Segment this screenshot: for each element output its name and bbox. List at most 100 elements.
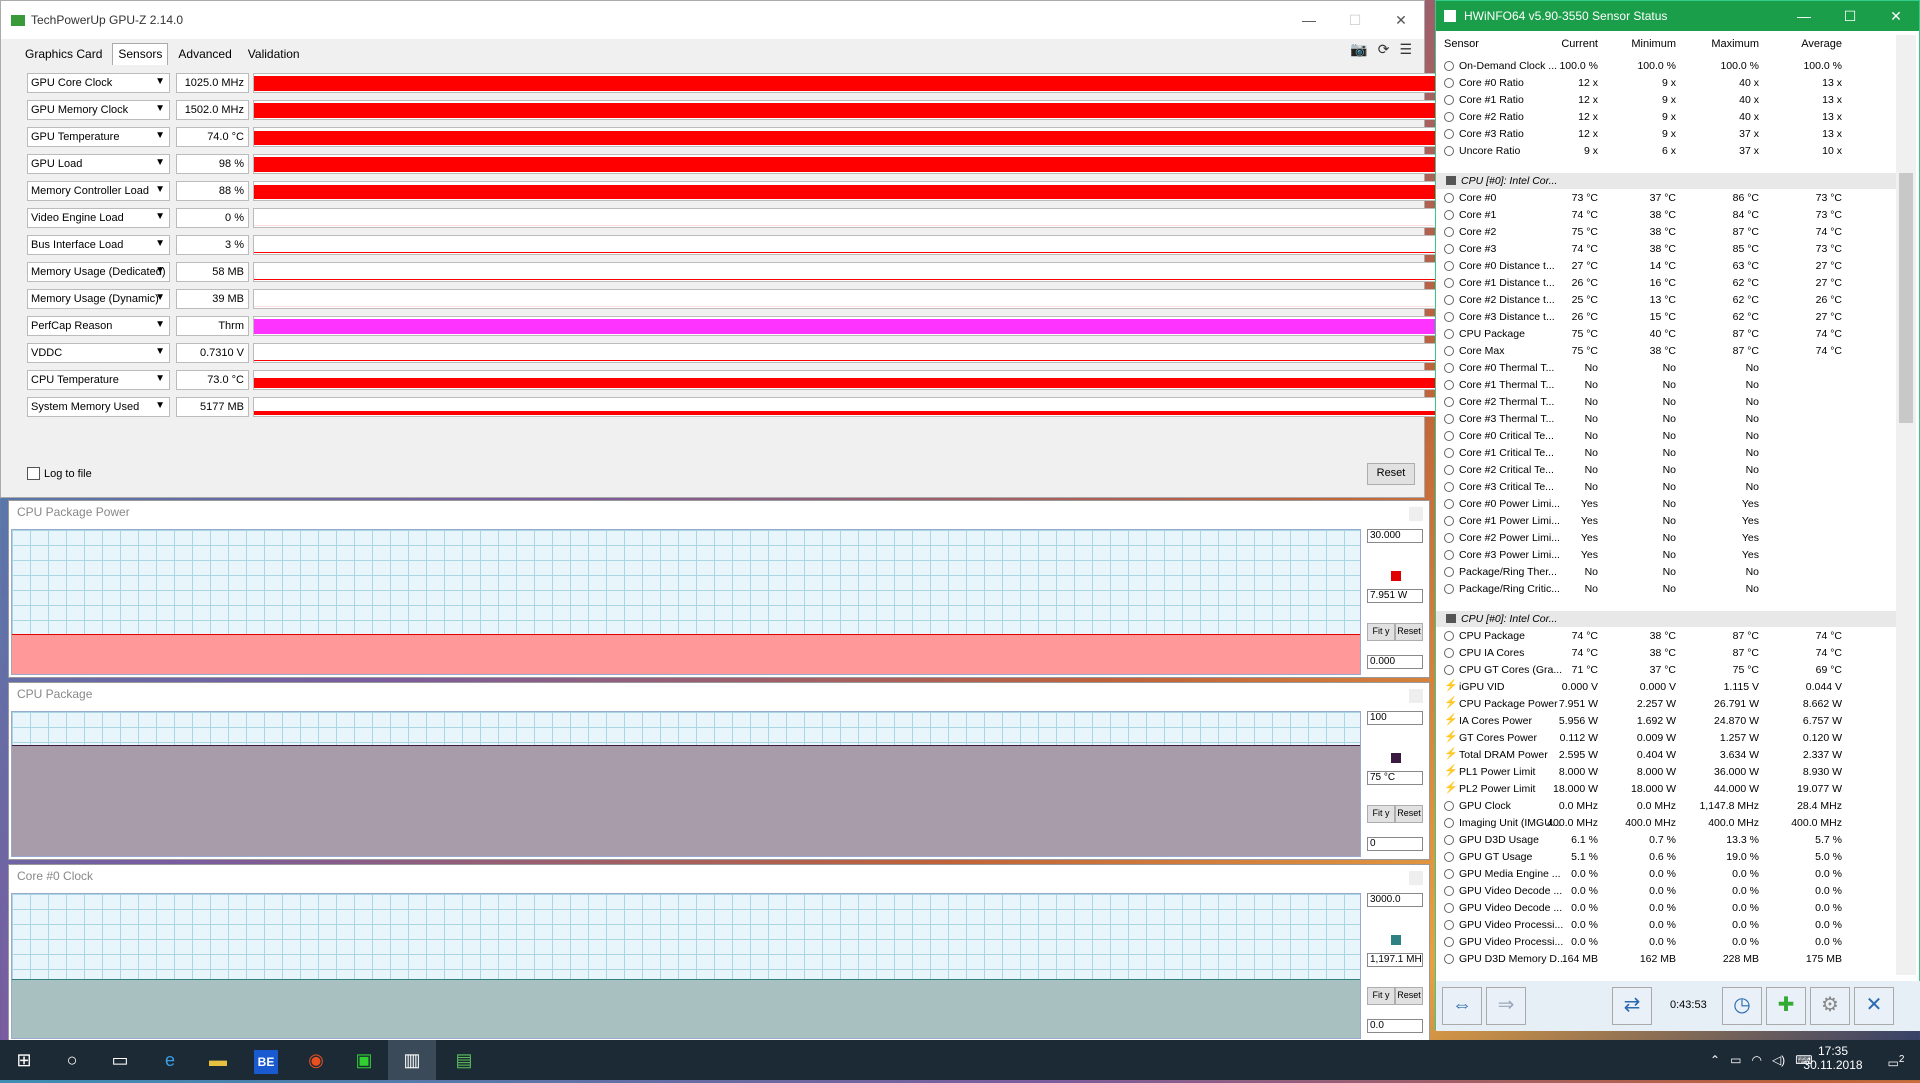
sensor-name-select[interactable]: Video Engine Load ▼ [27, 208, 170, 228]
close-icon[interactable]: ✕ [1378, 5, 1424, 35]
sensor-row[interactable]: Package/Ring Ther... No No No [1436, 564, 1896, 581]
sensor-row[interactable]: Core #2 75 °C 38 °C 87 °C 74 °C [1436, 224, 1896, 241]
sensor-row[interactable]: Core #1 Thermal T... No No No [1436, 377, 1896, 394]
sensor-name-select[interactable]: GPU Load ▼ [27, 154, 170, 174]
sensor-name-select[interactable]: System Memory Used ▼ [27, 397, 170, 417]
sensor-row[interactable]: Core #1 74 °C 38 °C 84 °C 73 °C [1436, 207, 1896, 224]
sensor-row[interactable]: Core #1 Critical Te... No No No [1436, 445, 1896, 462]
col-current[interactable]: Current [1561, 38, 1598, 50]
close-hwinfo-icon[interactable]: ✕ [1854, 987, 1894, 1025]
sensor-row[interactable]: Core #2 Thermal T... No No No [1436, 394, 1896, 411]
sensor-row[interactable]: Core #0 Ratio 12 x 9 x 40 x 13 x [1436, 75, 1896, 92]
sensor-row[interactable]: Core #0 Distance t... 27 °C 14 °C 63 °C 27 °… [1436, 258, 1896, 275]
wifi-icon[interactable]: ◠ [1751, 1053, 1761, 1067]
camera-icon[interactable]: 📷 [1350, 41, 1367, 58]
sensor-row[interactable]: Uncore Ratio 9 x 6 x 37 x 10 x [1436, 143, 1896, 160]
tab-graphics-card[interactable]: Graphics Card [19, 43, 108, 65]
sensor-row[interactable]: CPU Package 74 °C 38 °C 87 °C 74 °C [1436, 628, 1896, 645]
volume-icon[interactable]: ◁) [1772, 1053, 1785, 1067]
fit-y-button[interactable]: Fit y [1367, 987, 1395, 1005]
graph-reset-button[interactable]: Reset [1395, 987, 1423, 1005]
add-report-icon[interactable]: ✚ [1766, 987, 1806, 1025]
action-center-icon[interactable]: ▭2 [1876, 1040, 1916, 1080]
sensor-row[interactable]: ⚡ Total DRAM Power 2.595 W 0.404 W 3.634 W 2.… [1436, 747, 1896, 764]
sensor-row[interactable]: Core #0 Thermal T... No No No [1436, 360, 1896, 377]
edge-icon[interactable]: e [146, 1040, 194, 1080]
sensor-row[interactable]: ⚡ CPU Package Power 7.951 W 2.257 W 26.791 W… [1436, 696, 1896, 713]
sensor-name-select[interactable]: Memory Usage (Dedicated) ▼ [27, 262, 170, 282]
refresh-icon[interactable]: ⟳ [1378, 41, 1390, 58]
sensor-name-select[interactable]: CPU Temperature ▼ [27, 370, 170, 390]
log-to-file[interactable]: Log to file [27, 467, 92, 480]
sensor-row[interactable]: ⚡ GT Cores Power 0.112 W 0.009 W 1.257 W 0.12… [1436, 730, 1896, 747]
network-icon[interactable]: ⇄ [1612, 987, 1652, 1025]
sensor-row[interactable]: Core #0 Power Limi... Yes No Yes [1436, 496, 1896, 513]
sensor-row[interactable]: Core #1 Distance t... 26 °C 16 °C 62 °C 27 °… [1436, 275, 1896, 292]
maximize-icon[interactable]: ☐ [1827, 8, 1873, 25]
sensor-name-select[interactable]: Memory Usage (Dynamic) ▼ [27, 289, 170, 309]
graph-close-icon[interactable] [1409, 871, 1423, 885]
tab-sensors[interactable]: Sensors [112, 43, 169, 65]
tab-advanced[interactable]: Advanced [172, 43, 237, 65]
collapse-icon[interactable]: ⇒ [1486, 987, 1526, 1025]
scroll-thumb[interactable] [1899, 173, 1913, 423]
sensor-row[interactable]: ⚡ iGPU VID 0.000 V 0.000 V 1.115 V 0.044 V [1436, 679, 1896, 696]
sensor-row[interactable]: Core #1 Ratio 12 x 9 x 40 x 13 x [1436, 92, 1896, 109]
sensor-row[interactable]: GPU Video Decode ... 0.0 % 0.0 % 0.0 % 0.0 % [1436, 900, 1896, 917]
gpu-app-icon[interactable]: ▣ [340, 1040, 388, 1080]
hwinfo-titlebar[interactable]: HWiNFO64 v5.90-3550 Sensor Status — ☐ ✕ [1436, 1, 1919, 31]
vertical-scrollbar[interactable] [1896, 35, 1916, 975]
col-sensor[interactable]: Sensor [1444, 38, 1479, 50]
series-color-swatch[interactable] [1391, 935, 1401, 945]
sensor-name-select[interactable]: VDDC ▼ [27, 343, 170, 363]
battery-icon[interactable]: ▭ [1730, 1053, 1741, 1067]
search-icon[interactable]: ○ [48, 1040, 96, 1080]
hwinfo-taskbar-icon[interactable]: ▥ [388, 1040, 436, 1080]
sensor-row[interactable]: CPU GT Cores (Gra... 71 °C 37 °C 75 °C 69 °C [1436, 662, 1896, 679]
sensor-row[interactable]: CPU IA Cores 74 °C 38 °C 87 °C 74 °C [1436, 645, 1896, 662]
graph-reset-button[interactable]: Reset [1395, 623, 1423, 641]
sensor-group-header[interactable]: CPU [#0]: Intel Cor... [1436, 173, 1896, 189]
sensor-row[interactable]: GPU Video Processi... 0.0 % 0.0 % 0.0 % 0.0 … [1436, 934, 1896, 951]
series-color-swatch[interactable] [1391, 753, 1401, 763]
series-color-swatch[interactable] [1391, 571, 1401, 581]
col-minimum[interactable]: Minimum [1631, 38, 1676, 50]
sensor-row[interactable]: Core #0 Critical Te... No No No [1436, 428, 1896, 445]
sensor-row[interactable]: CPU Package 75 °C 40 °C 87 °C 74 °C [1436, 326, 1896, 343]
sensor-row[interactable]: GPU D3D Usage 6.1 % 0.7 % 13.3 % 5.7 % [1436, 832, 1896, 849]
sensor-name-select[interactable]: PerfCap Reason ▼ [27, 316, 170, 336]
graph-min[interactable]: 0.0 [1367, 1019, 1423, 1033]
graph-close-icon[interactable] [1409, 689, 1423, 703]
be-app-icon[interactable]: BE [242, 1040, 290, 1080]
start-icon[interactable]: ⊞ [0, 1040, 48, 1080]
sensor-row[interactable]: Core #0 73 °C 37 °C 86 °C 73 °C [1436, 190, 1896, 207]
sensor-row[interactable]: Imaging Unit (IMGU... 400.0 MHz 400.0 MHz 4… [1436, 815, 1896, 832]
sensor-row[interactable]: GPU Video Decode ... 0.0 % 0.0 % 0.0 % 0.0 % [1436, 883, 1896, 900]
graph-window[interactable]: CPU Package 100 75 °C Fit y Reset 0 [8, 682, 1430, 860]
sensor-row[interactable]: Package/Ring Critic... No No No [1436, 581, 1896, 598]
col-average[interactable]: Average [1801, 38, 1842, 50]
sensor-row[interactable]: Core #3 Distance t... 26 °C 15 °C 62 °C 27 °… [1436, 309, 1896, 326]
reset-button[interactable]: Reset [1367, 463, 1415, 485]
task-view-icon[interactable]: ▭ [96, 1040, 144, 1080]
sensor-row[interactable]: Core #3 Critical Te... No No No [1436, 479, 1896, 496]
settings-icon[interactable]: ⚙ [1810, 987, 1850, 1025]
graph-reset-button[interactable]: Reset [1395, 805, 1423, 823]
col-maximum[interactable]: Maximum [1711, 38, 1759, 50]
sensor-row[interactable]: ⚡ IA Cores Power 5.956 W 1.692 W 24.870 W 6.7… [1436, 713, 1896, 730]
sensor-row[interactable]: GPU GT Usage 5.1 % 0.6 % 19.0 % 5.0 % [1436, 849, 1896, 866]
sensor-row[interactable]: GPU Clock 0.0 MHz 0.0 MHz 1,147.8 MHz 28.4 M… [1436, 798, 1896, 815]
sensor-row[interactable]: On-Demand Clock ... 100.0 % 100.0 % 100.0 %… [1436, 58, 1896, 75]
sensor-name-select[interactable]: GPU Core Clock ▼ [27, 73, 170, 93]
graph-min[interactable]: 0 [1367, 837, 1423, 851]
sensor-row[interactable]: Core #3 74 °C 38 °C 85 °C 73 °C [1436, 241, 1896, 258]
graph-max[interactable]: 3000.0 [1367, 893, 1423, 907]
fit-y-button[interactable]: Fit y [1367, 805, 1395, 823]
sensor-row[interactable]: Core #3 Thermal T... No No No [1436, 411, 1896, 428]
sensor-row[interactable]: Core Max 75 °C 38 °C 87 °C 74 °C [1436, 343, 1896, 360]
file-explorer-icon[interactable]: ▬ [194, 1040, 242, 1080]
sensor-row[interactable]: Core #2 Distance t... 25 °C 13 °C 62 °C 26 °… [1436, 292, 1896, 309]
gpuz-taskbar-icon[interactable]: ▤ [440, 1040, 488, 1080]
furmark-icon[interactable]: ◉ [292, 1040, 340, 1080]
graph-min[interactable]: 0.000 [1367, 655, 1423, 669]
